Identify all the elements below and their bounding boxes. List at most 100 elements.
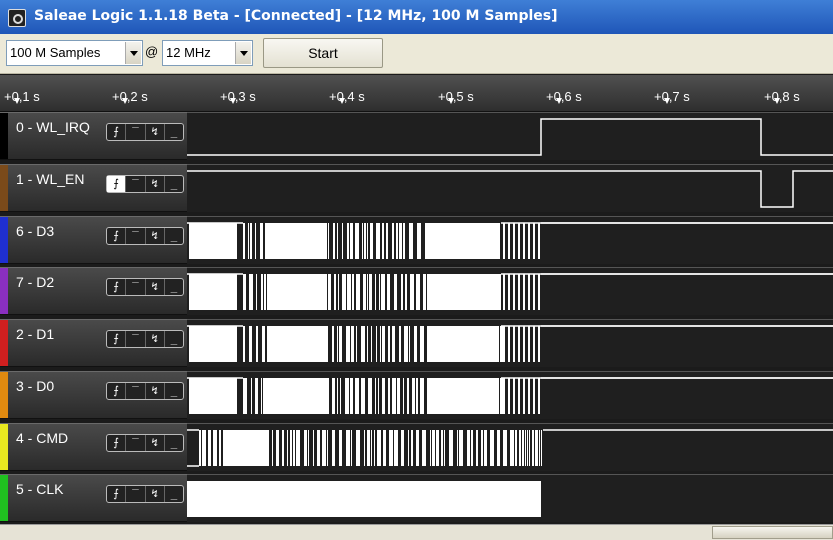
low-level-icon[interactable]: _ bbox=[165, 486, 183, 502]
signal-pulse bbox=[356, 326, 357, 362]
low-level-icon[interactable]: _ bbox=[165, 435, 183, 451]
chevron-down-icon[interactable] bbox=[235, 42, 251, 64]
channel-label[interactable]: 0 - WL_IRQ ⨍ ‾ ↯ _ bbox=[0, 112, 187, 160]
signal-pulse bbox=[523, 378, 525, 414]
signal-pulse bbox=[267, 430, 269, 466]
channel-label[interactable]: 5 - CLK ⨍ ‾ ↯ _ bbox=[0, 474, 187, 522]
timeline-ruler[interactable]: +0,1 s +0,2 s +0,3 s +0,4 s +0,5 s +0,6 … bbox=[0, 75, 833, 112]
waveform[interactable] bbox=[187, 319, 833, 367]
rising-edge-icon[interactable]: ⨍ bbox=[107, 383, 127, 399]
signal-pulse bbox=[533, 274, 535, 310]
waveform[interactable] bbox=[187, 371, 833, 419]
signal-pulse bbox=[503, 430, 507, 466]
channel-label[interactable]: 2 - D1 ⨍ ‾ ↯ _ bbox=[0, 319, 187, 367]
high-level-icon[interactable]: ‾ bbox=[126, 383, 146, 399]
signal-pulse bbox=[513, 223, 515, 259]
chevron-down-icon[interactable] bbox=[125, 42, 141, 64]
signal-pulse bbox=[508, 223, 510, 259]
high-level-icon[interactable]: ‾ bbox=[126, 331, 146, 347]
start-button[interactable]: Start bbox=[263, 38, 383, 68]
rising-edge-icon[interactable]: ⨍ bbox=[107, 228, 127, 244]
signal-pulse bbox=[308, 430, 309, 466]
toolbar: 100 M Samples @ 12 MHz Start bbox=[0, 34, 833, 74]
rising-edge-icon[interactable]: ⨍ bbox=[107, 435, 127, 451]
low-level-icon[interactable]: _ bbox=[165, 228, 183, 244]
falling-edge-icon[interactable]: ↯ bbox=[146, 331, 165, 347]
signal-pulse bbox=[422, 430, 426, 466]
signal-pulse bbox=[248, 223, 249, 259]
rising-edge-icon[interactable]: ⨍ bbox=[107, 124, 127, 140]
signal-pulse bbox=[532, 430, 534, 466]
channel-label[interactable]: 6 - D3 ⨍ ‾ ↯ _ bbox=[0, 216, 187, 264]
falling-edge-icon[interactable]: ↯ bbox=[146, 176, 165, 192]
samples-select[interactable]: 100 M Samples bbox=[6, 40, 143, 66]
high-level-icon[interactable]: ‾ bbox=[126, 176, 146, 192]
falling-edge-icon[interactable]: ↯ bbox=[146, 228, 165, 244]
falling-edge-icon[interactable]: ↯ bbox=[146, 435, 165, 451]
channel-row: 0 - WL_IRQ ⨍ ‾ ↯ _ bbox=[0, 112, 833, 160]
waveform[interactable] bbox=[187, 474, 833, 522]
high-level-icon[interactable]: ‾ bbox=[126, 228, 146, 244]
signal-pulse bbox=[383, 430, 386, 466]
time-tick: +0,7 s bbox=[654, 89, 690, 104]
channel-name: 7 - D2 bbox=[16, 274, 55, 290]
waveform[interactable] bbox=[187, 164, 833, 212]
channel-color bbox=[0, 268, 8, 314]
low-level-icon[interactable]: _ bbox=[165, 279, 183, 295]
time-tick: +0,4 s bbox=[329, 89, 365, 104]
channel-label[interactable]: 1 - WL_EN ⨍ ‾ ↯ _ bbox=[0, 164, 187, 212]
waveform[interactable] bbox=[187, 423, 833, 471]
rising-edge-icon[interactable]: ⨍ bbox=[107, 176, 127, 192]
rate-select[interactable]: 12 MHz bbox=[162, 40, 253, 66]
waveform[interactable] bbox=[187, 112, 833, 160]
low-level-icon[interactable]: _ bbox=[165, 331, 183, 347]
title-bar: Saleae Logic 1.1.18 Beta - [Connected] -… bbox=[0, 0, 833, 34]
channel-color bbox=[0, 475, 8, 521]
channel-label[interactable]: 7 - D2 ⨍ ‾ ↯ _ bbox=[0, 267, 187, 315]
falling-edge-icon[interactable]: ↯ bbox=[146, 383, 165, 399]
signal-pulse bbox=[399, 223, 402, 259]
signal-pulse bbox=[255, 378, 258, 414]
signal-pulse bbox=[342, 223, 343, 259]
waveform[interactable] bbox=[187, 267, 833, 315]
high-level-icon[interactable]: ‾ bbox=[126, 124, 146, 140]
channel-label[interactable]: 3 - D0 ⨍ ‾ ↯ _ bbox=[0, 371, 187, 419]
signal-pulse bbox=[347, 274, 351, 310]
high-level-icon[interactable]: ‾ bbox=[126, 435, 146, 451]
channel-row: 5 - CLK ⨍ ‾ ↯ _ bbox=[0, 474, 833, 522]
signal-block bbox=[267, 378, 327, 414]
signal-pulse bbox=[340, 378, 341, 414]
rising-edge-icon[interactable]: ⨍ bbox=[107, 279, 127, 295]
waveform[interactable] bbox=[187, 216, 833, 264]
falling-edge-icon[interactable]: ↯ bbox=[146, 486, 165, 502]
falling-edge-icon[interactable]: ↯ bbox=[146, 124, 165, 140]
signal-pulse bbox=[500, 378, 503, 414]
low-level-icon[interactable]: _ bbox=[165, 383, 183, 399]
signal-pulse bbox=[513, 378, 515, 414]
low-level-icon[interactable]: _ bbox=[165, 124, 183, 140]
signal-pulse bbox=[388, 326, 390, 362]
signal-pulse bbox=[223, 430, 227, 466]
high-level-icon[interactable]: ‾ bbox=[126, 486, 146, 502]
signal-pulse bbox=[282, 430, 284, 466]
signal-pulse bbox=[412, 378, 415, 414]
rising-edge-icon[interactable]: ⨍ bbox=[107, 331, 127, 347]
signal-pulse bbox=[367, 326, 368, 362]
time-tick: +0,5 s bbox=[438, 89, 474, 104]
signal-pulse bbox=[392, 223, 394, 259]
horizontal-scrollbar[interactable] bbox=[0, 524, 833, 540]
rising-edge-icon[interactable]: ⨍ bbox=[107, 486, 127, 502]
channel-label[interactable]: 4 - CMD ⨍ ‾ ↯ _ bbox=[0, 423, 187, 471]
low-level-icon[interactable]: _ bbox=[165, 176, 183, 192]
signal-pulse bbox=[423, 274, 426, 310]
signal-pulse bbox=[518, 378, 520, 414]
signal-pulse bbox=[519, 430, 521, 466]
signal-pulse bbox=[484, 430, 487, 466]
signal-pulse bbox=[342, 274, 346, 310]
signal-pulse bbox=[503, 326, 505, 362]
signal-pulse bbox=[394, 274, 397, 310]
falling-edge-icon[interactable]: ↯ bbox=[146, 279, 165, 295]
scrollbar-thumb[interactable] bbox=[712, 526, 833, 539]
high-level-icon[interactable]: ‾ bbox=[126, 279, 146, 295]
signal-pulse bbox=[541, 430, 542, 466]
